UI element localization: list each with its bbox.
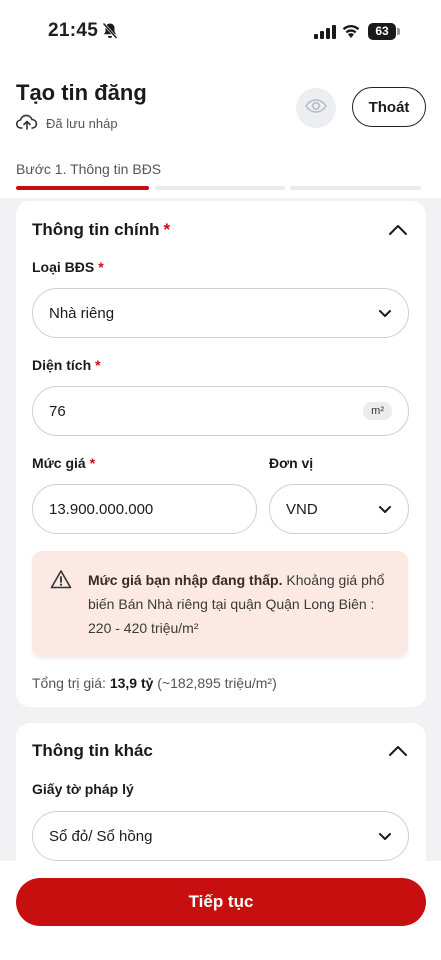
battery-icon: 63	[368, 23, 400, 40]
legal-docs-label: Giấy tờ pháp lý	[32, 781, 134, 797]
status-bar: 21:45 63	[0, 0, 441, 64]
chevron-down-icon	[379, 505, 391, 513]
chevron-down-icon	[379, 832, 391, 840]
other-info-title: Thông tin khác	[32, 741, 153, 760]
main-info-card: Thông tin chính * Loại BĐS * Nhà riêng Diệ…	[16, 201, 426, 707]
total-value: Tổng trị giá: 13,9 tỷ (~182,895 triệu/m²…	[32, 675, 277, 691]
page-title: Tạo tin đăng	[16, 80, 147, 105]
legal-docs-value: Sổ đỏ/ Sổ hồng	[49, 827, 153, 845]
progress-segment-2	[155, 186, 285, 190]
bell-muted-icon	[102, 22, 118, 45]
property-type-value: Nhà riêng	[49, 304, 115, 322]
area-label: Diện tích *	[32, 357, 101, 373]
low-price-warning: Mức giá bạn nhập đang thấp. Khoảng giá p…	[32, 551, 408, 657]
collapse-other-info-button[interactable]	[388, 744, 408, 762]
currency-value: VND	[286, 500, 318, 518]
warning-text: Mức giá bạn nhập đang thấp. Khoảng giá p…	[88, 572, 385, 636]
chevron-down-icon	[379, 309, 391, 317]
battery-level: 63	[375, 24, 389, 38]
draft-status-text: Đã lưu nháp	[46, 116, 118, 131]
continue-button[interactable]: Tiếp tục	[16, 878, 426, 926]
eye-icon	[305, 98, 327, 118]
form-content[interactable]: Thông tin chính * Loại BĐS * Nhà riêng Diệ…	[0, 198, 441, 861]
area-unit: m²	[363, 402, 392, 420]
exit-button[interactable]: Thoát	[352, 87, 426, 127]
step-label: Bước 1. Thông tin BĐS	[16, 161, 162, 177]
area-input[interactable]: 76 m²	[32, 386, 409, 436]
draft-status: Đã lưu nháp	[15, 114, 118, 133]
main-info-title: Thông tin chính *	[32, 220, 171, 239]
property-type-select[interactable]: Nhà riêng	[32, 288, 409, 338]
status-time: 21:45	[48, 20, 99, 41]
currency-label: Đơn vị	[269, 455, 314, 471]
price-label: Mức giá *	[32, 455, 96, 471]
wifi-icon	[342, 24, 360, 43]
property-type-label: Loại BĐS *	[32, 259, 104, 275]
price-input[interactable]: 13.900.000.000	[32, 484, 257, 534]
progress-segment-1	[16, 186, 149, 190]
progress-segment-3	[290, 186, 421, 190]
chevron-up-icon	[389, 225, 407, 235]
cellular-signal-icon	[314, 25, 336, 44]
area-value: 76	[49, 402, 66, 420]
currency-select[interactable]: VND	[269, 484, 409, 534]
cloud-upload-icon	[15, 114, 38, 133]
legal-docs-select[interactable]: Sổ đỏ/ Sổ hồng	[32, 811, 409, 861]
price-value: 13.900.000.000	[49, 500, 154, 518]
preview-button[interactable]	[296, 88, 336, 128]
collapse-main-info-button[interactable]	[388, 223, 408, 241]
other-info-card: Thông tin khác Giấy tờ pháp lý Sổ đỏ/ Sổ…	[16, 723, 426, 861]
required-mark: *	[163, 220, 171, 239]
warning-triangle-icon	[50, 569, 72, 594]
chevron-up-icon	[389, 746, 407, 756]
total-amount: 13,9 tỷ	[109, 675, 154, 691]
